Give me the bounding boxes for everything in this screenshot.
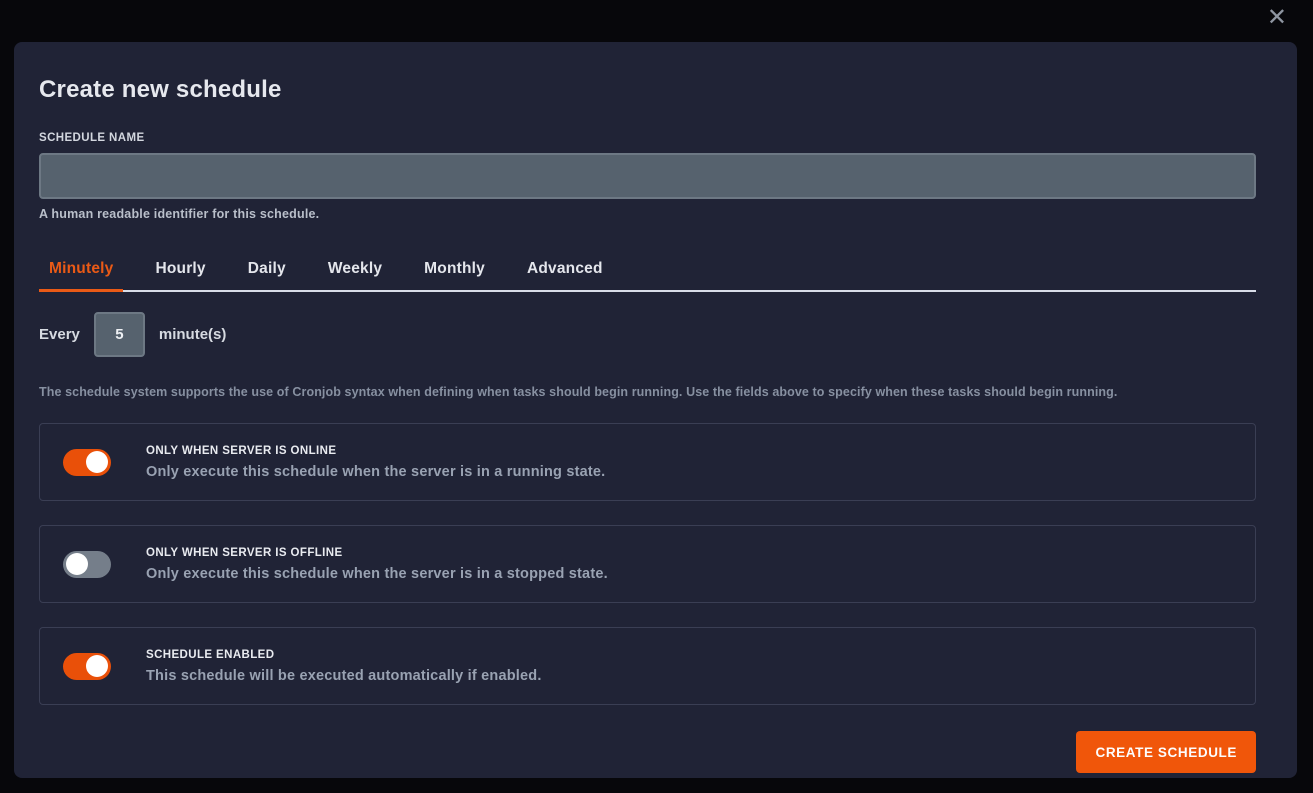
- create-schedule-button[interactable]: CREATE SCHEDULE: [1076, 731, 1256, 773]
- dialog-title: Create new schedule: [39, 76, 1256, 104]
- schedule-frequency-tabs: Minutely Hourly Daily Weekly Monthly Adv…: [39, 252, 1256, 292]
- interval-suffix-label: minute(s): [159, 326, 227, 343]
- interval-minutes-input[interactable]: [94, 312, 145, 357]
- schedule-name-label: SCHEDULE NAME: [39, 132, 1256, 144]
- toggle-knob: [66, 553, 88, 575]
- tab-daily[interactable]: Daily: [238, 252, 296, 292]
- only-online-card: ONLY WHEN SERVER IS ONLINE Only execute …: [39, 423, 1256, 501]
- only-offline-card: ONLY WHEN SERVER IS OFFLINE Only execute…: [39, 525, 1256, 603]
- tab-monthly[interactable]: Monthly: [414, 252, 495, 292]
- schedule-name-input[interactable]: [39, 153, 1256, 199]
- schedule-enabled-description: This schedule will be executed automatic…: [146, 668, 542, 684]
- close-icon[interactable]: ✕: [1267, 6, 1287, 30]
- tab-advanced[interactable]: Advanced: [517, 252, 613, 292]
- interval-row: Every minute(s): [39, 312, 1256, 357]
- schedule-name-helper: A human readable identifier for this sch…: [39, 207, 1256, 221]
- schedule-enabled-label: SCHEDULE ENABLED: [146, 649, 542, 661]
- schedule-enabled-toggle[interactable]: [63, 653, 111, 680]
- interval-prefix-label: Every: [39, 326, 80, 343]
- cron-syntax-note: The schedule system supports the use of …: [39, 385, 1256, 399]
- schedule-name-group: SCHEDULE NAME A human readable identifie…: [39, 132, 1256, 221]
- toggle-knob: [86, 655, 108, 677]
- tab-hourly[interactable]: Hourly: [145, 252, 215, 292]
- only-online-label: ONLY WHEN SERVER IS ONLINE: [146, 445, 605, 457]
- dialog-footer: CREATE SCHEDULE: [39, 731, 1256, 773]
- tab-weekly[interactable]: Weekly: [318, 252, 392, 292]
- only-online-toggle[interactable]: [63, 449, 111, 476]
- only-online-description: Only execute this schedule when the serv…: [146, 464, 605, 480]
- create-schedule-dialog: Create new schedule SCHEDULE NAME A huma…: [14, 42, 1297, 778]
- only-offline-label: ONLY WHEN SERVER IS OFFLINE: [146, 547, 608, 559]
- schedule-enabled-card: SCHEDULE ENABLED This schedule will be e…: [39, 627, 1256, 705]
- only-offline-toggle[interactable]: [63, 551, 111, 578]
- toggle-knob: [86, 451, 108, 473]
- only-offline-description: Only execute this schedule when the serv…: [146, 566, 608, 582]
- tab-minutely[interactable]: Minutely: [39, 252, 123, 292]
